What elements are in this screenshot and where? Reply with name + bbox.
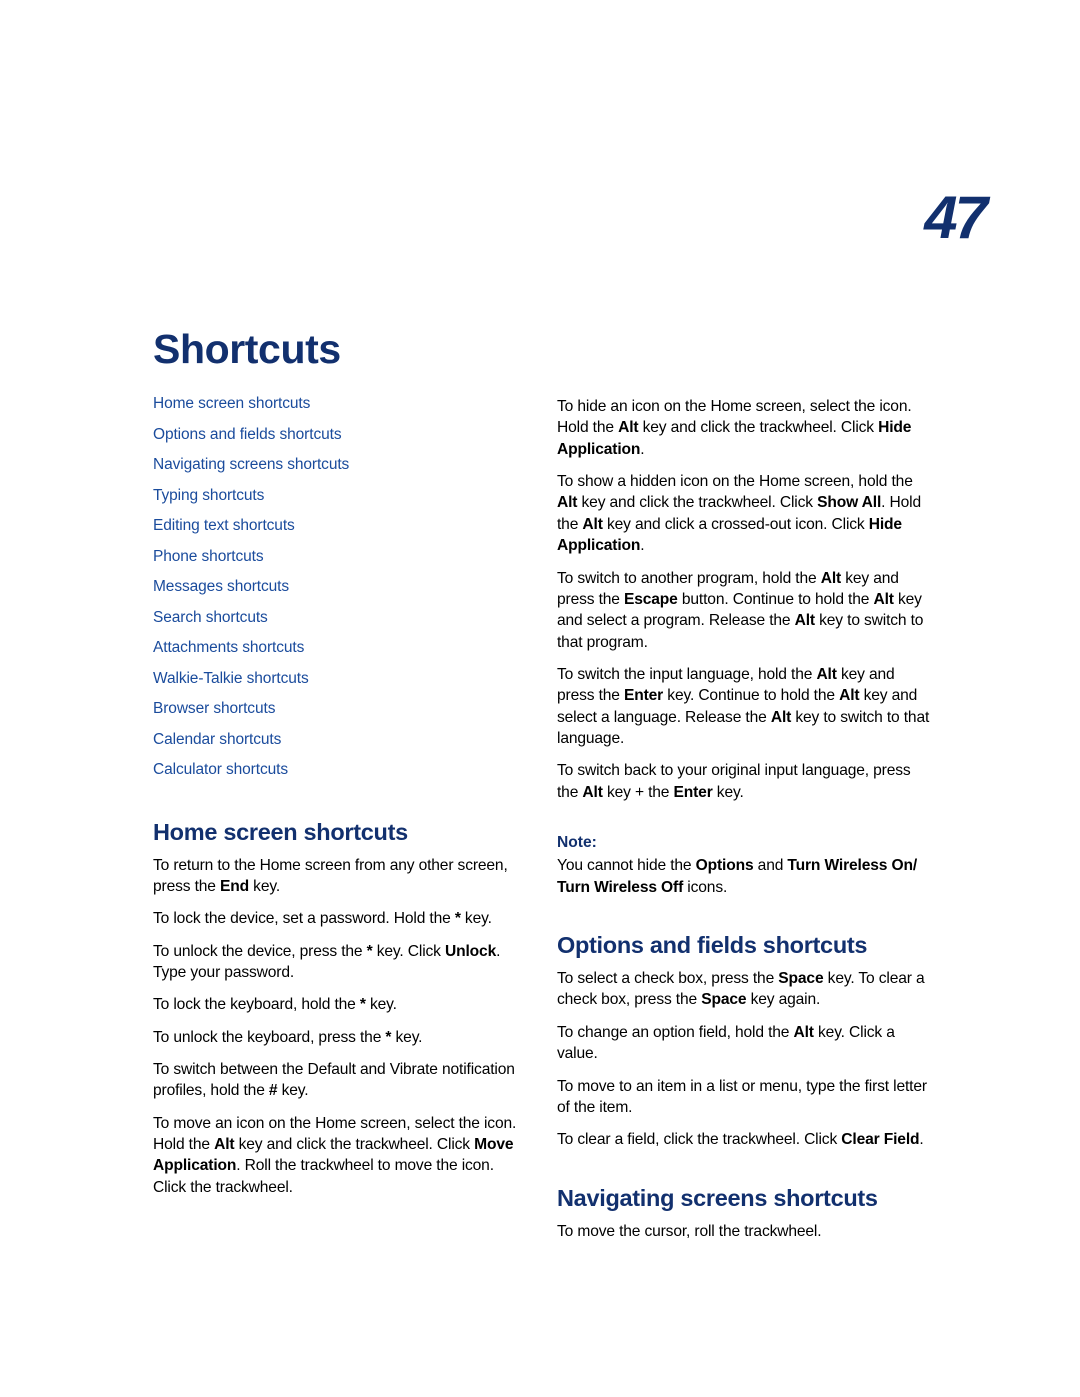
paragraph: To move the cursor, roll the trackwheel. [557, 1222, 822, 1240]
paragraph: To move to an item in a list or menu, ty… [557, 1077, 927, 1116]
toc-link-phone-shortcuts[interactable]: Phone shortcuts [153, 548, 521, 565]
toc-link-search-shortcuts[interactable]: Search shortcuts [153, 609, 521, 626]
paragraph: To return to the Home screen from any ot… [153, 856, 508, 895]
toc-link-options-and-fields-shortcuts[interactable]: Options and fields shortcuts [153, 426, 521, 443]
paragraph: To switch back to your original input la… [557, 762, 911, 801]
section-heading-navigating-screens-shortcuts: Navigating screens shortcuts [557, 1184, 878, 1211]
paragraph: To change an option field, hold the Alt … [557, 1023, 895, 1063]
paragraph: To unlock the device, press the * key. C… [153, 942, 501, 981]
section-home-screen-shortcuts-continued: To hide an icon on the Home screen, sele… [557, 396, 935, 803]
paragraph: To switch to another program, hold the A… [557, 569, 924, 651]
section-options-and-fields-shortcuts: Options and fields shortcuts To select a… [557, 932, 935, 1151]
note-text: You cannot hide the Options and Turn Wir… [557, 857, 918, 896]
right-column: To hide an icon on the Home screen, sele… [557, 396, 935, 1242]
note-callout: Note: You cannot hide the Options and Tu… [557, 833, 935, 898]
paragraph: To move an icon on the Home screen, sele… [153, 1114, 517, 1196]
toc-link-walkie-talkie-shortcuts[interactable]: Walkie-Talkie shortcuts [153, 670, 521, 687]
document-page: 47 Shortcuts Home screen shortcuts Optio… [0, 0, 1080, 1397]
paragraph: To hide an icon on the Home screen, sele… [557, 398, 912, 458]
toc-link-calendar-shortcuts[interactable]: Calendar shortcuts [153, 731, 521, 748]
toc-link-navigating-screens-shortcuts[interactable]: Navigating screens shortcuts [153, 457, 521, 473]
paragraph: To clear a field, click the trackwheel. … [557, 1131, 924, 1149]
section-heading-options-and-fields-shortcuts: Options and fields shortcuts [557, 932, 868, 959]
section-home-screen-shortcuts: Home screen shortcuts To return to the H… [153, 819, 521, 1199]
paragraph: To switch the input language, hold the A… [557, 665, 930, 748]
paragraph: To switch between the Default and Vibrat… [153, 1061, 515, 1100]
toc-link-browser-shortcuts[interactable]: Browser shortcuts [153, 701, 521, 717]
toc-link-typing-shortcuts[interactable]: Typing shortcuts [153, 487, 521, 504]
paragraph: To show a hidden icon on the Home screen… [557, 473, 921, 555]
paragraph: To lock the keyboard, hold the * key. [153, 996, 397, 1014]
paragraph: To select a check box, press the Space k… [557, 970, 925, 1009]
paragraph: To lock the device, set a password. Hold… [153, 910, 492, 928]
toc-link-messages-shortcuts[interactable]: Messages shortcuts [153, 579, 521, 595]
left-column: Home screen shortcuts Options and fields… [153, 396, 521, 1198]
toc-link-calculator-shortcuts[interactable]: Calculator shortcuts [153, 762, 521, 778]
table-of-contents: Home screen shortcuts Options and fields… [153, 396, 521, 778]
toc-link-attachments-shortcuts[interactable]: Attachments shortcuts [153, 640, 521, 656]
page-title: Shortcuts [153, 326, 341, 373]
paragraph: To unlock the keyboard, press the * key. [153, 1028, 423, 1046]
section-navigating-screens-shortcuts: Navigating screens shortcuts To move the… [557, 1185, 935, 1242]
toc-link-home-screen-shortcuts[interactable]: Home screen shortcuts [153, 396, 521, 412]
toc-link-editing-text-shortcuts[interactable]: Editing text shortcuts [153, 518, 521, 534]
note-label: Note: [557, 834, 597, 852]
page-number: 47 [924, 184, 988, 251]
section-heading-home-screen-shortcuts: Home screen shortcuts [153, 818, 408, 845]
